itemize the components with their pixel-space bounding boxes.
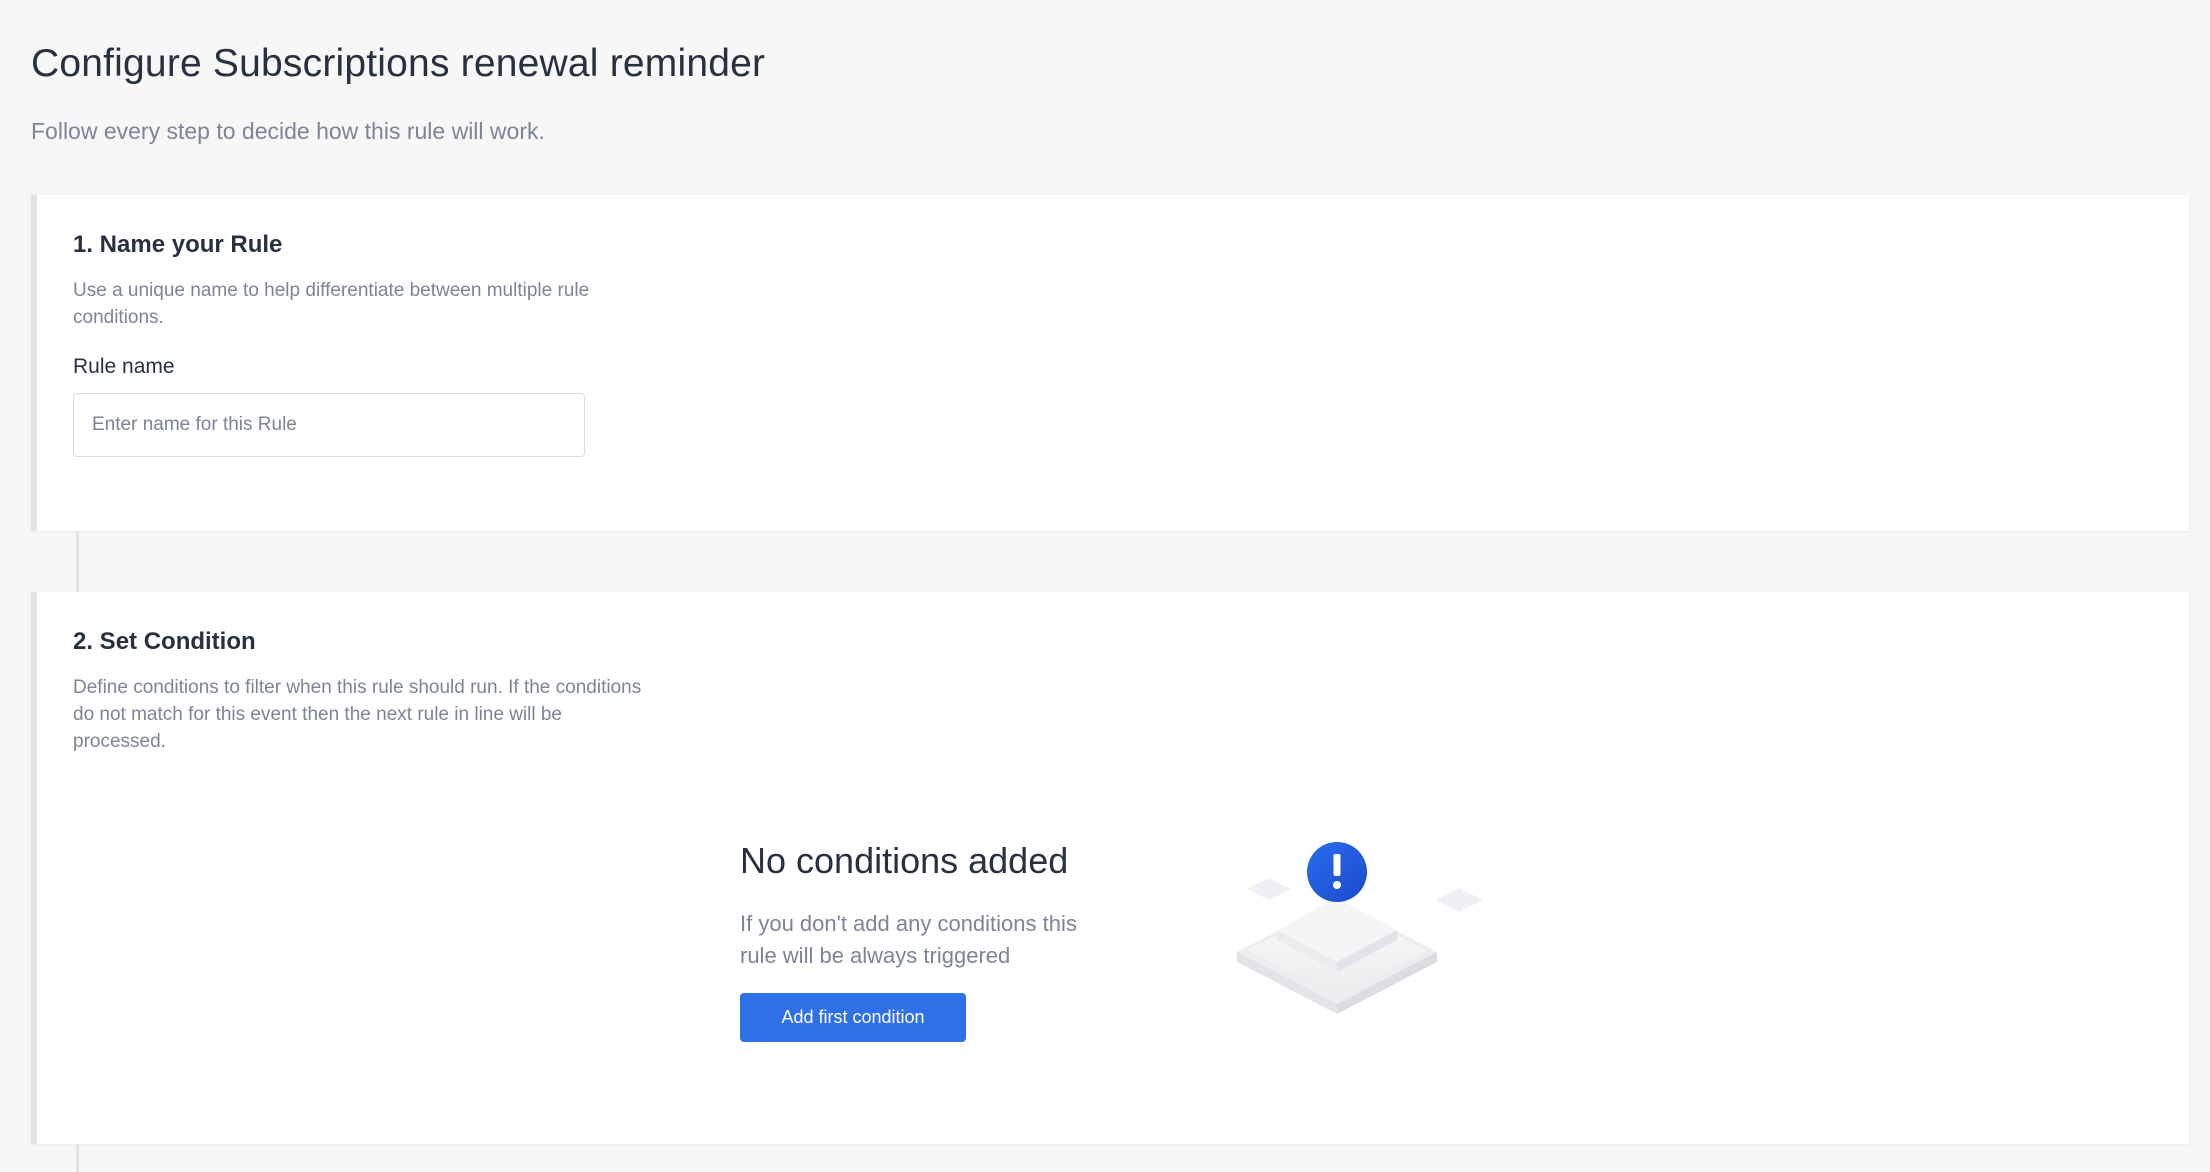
exclamation-icon [1307, 842, 1367, 902]
empty-state-description: If you don't add any conditions this rul… [740, 911, 1077, 968]
step-connector [76, 1144, 79, 1172]
floating-tile [1435, 888, 1483, 912]
page-subtitle: Follow every step to decide how this rul… [31, 118, 545, 144]
step-set-condition-card: 2. Set Condition Define conditions to fi… [31, 592, 2189, 1144]
step-title: 1. Name your Rule [73, 231, 283, 258]
step-connector [76, 531, 79, 592]
floating-tile [1247, 878, 1291, 900]
rule-name-label: Rule name [73, 355, 175, 378]
step-description: Use a unique name to help differentiate … [73, 280, 590, 328]
empty-state-title: No conditions added [740, 840, 1069, 881]
rule-name-input[interactable] [73, 393, 585, 457]
add-first-condition-button[interactable]: Add first condition [740, 993, 966, 1042]
step-name-rule-card: 1. Name your Rule Use a unique name to h… [31, 195, 2189, 531]
step-description: Define conditions to filter when this ru… [73, 677, 642, 752]
step-title: 2. Set Condition [73, 628, 256, 655]
page-title: Configure Subscriptions renewal reminder [31, 42, 766, 85]
empty-state-illustration [1237, 842, 1483, 1014]
